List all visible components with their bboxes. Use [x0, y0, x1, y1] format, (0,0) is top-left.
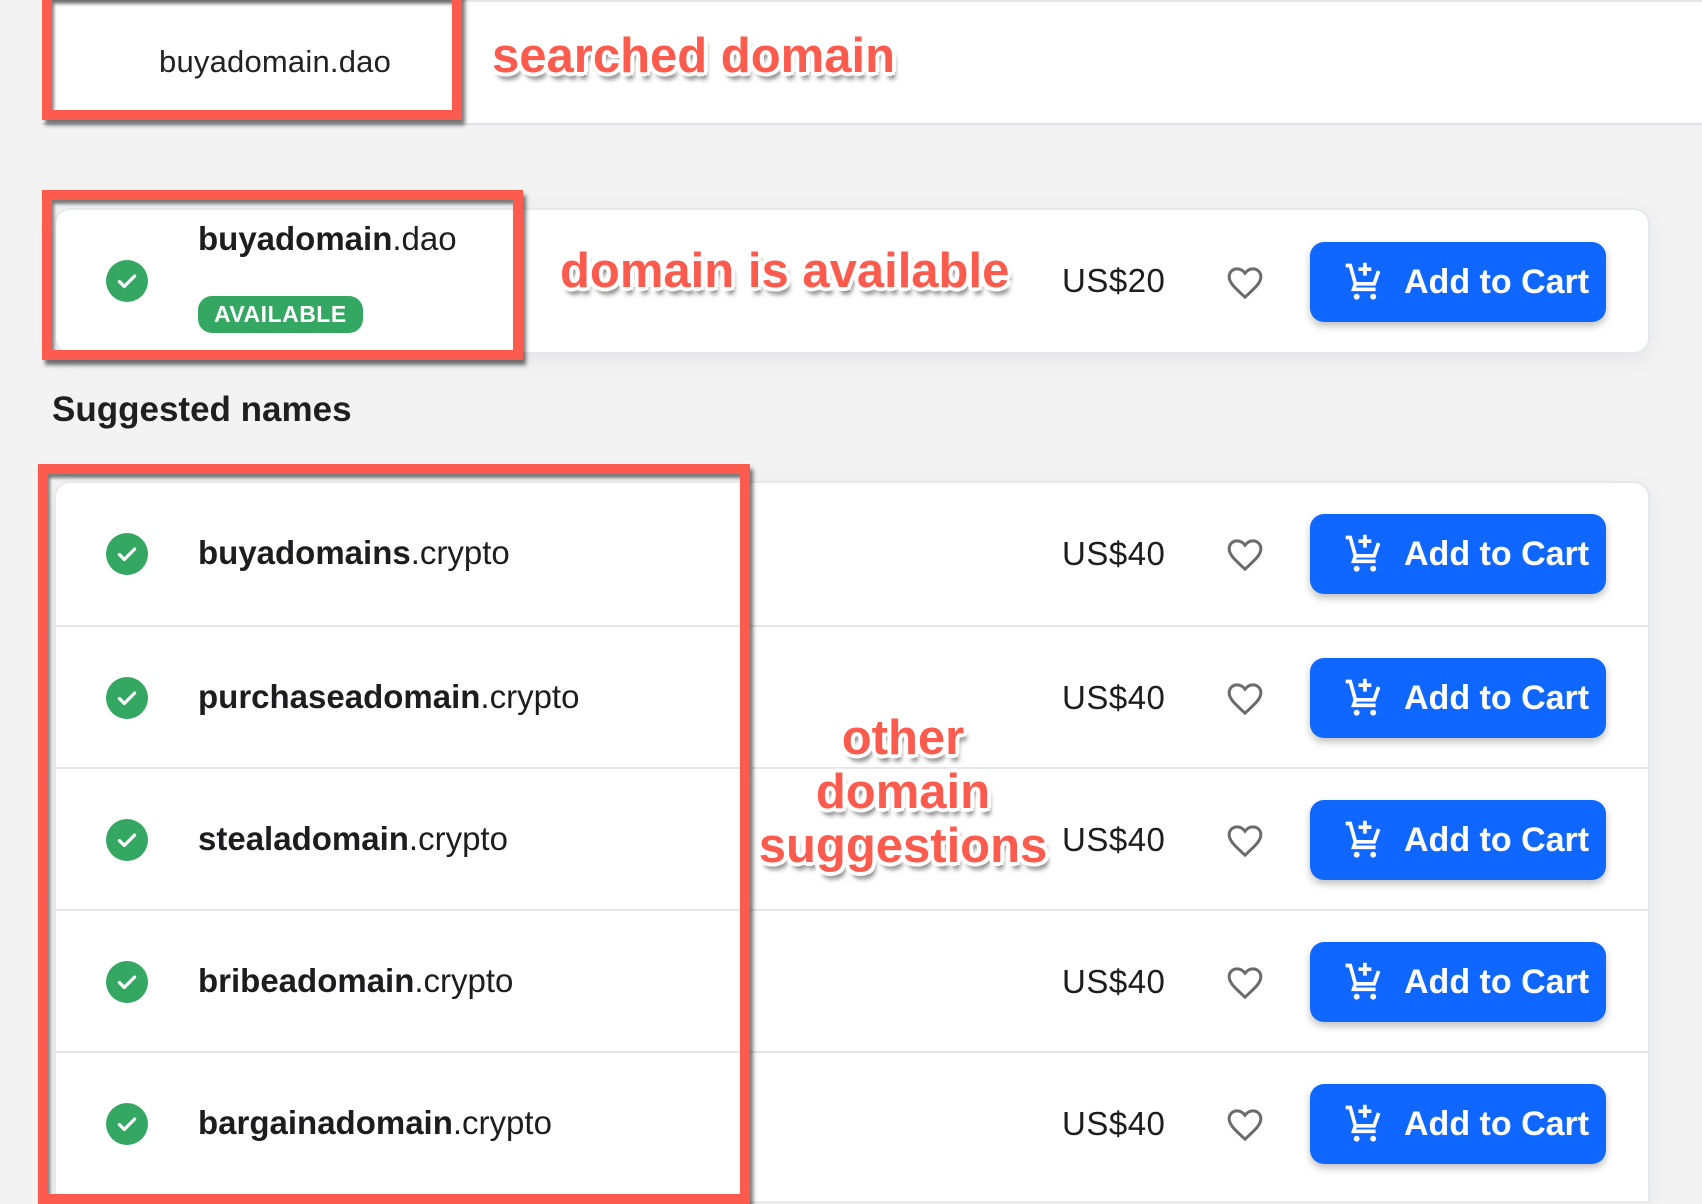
price: US$40 [1062, 679, 1166, 716]
add-to-cart-label: Add to Cart [1404, 534, 1590, 573]
heart-outline-icon[interactable] [1224, 679, 1266, 719]
add-to-cart-button[interactable]: Add to Cart [1310, 942, 1606, 1022]
annotation-box-available [42, 190, 523, 360]
add-to-cart-label: Add to Cart [1404, 820, 1590, 859]
price: US$40 [1062, 821, 1166, 858]
price: US$20 [1062, 262, 1166, 299]
cart-plus-icon [1345, 820, 1381, 858]
cart-plus-icon [1345, 962, 1381, 1000]
add-to-cart-button[interactable]: Add to Cart [1310, 800, 1606, 880]
annotation-domain-available: domain is available [560, 244, 1010, 298]
add-to-cart-label: Add to Cart [1404, 1104, 1590, 1143]
heart-outline-icon[interactable] [1224, 263, 1266, 303]
price: US$40 [1062, 535, 1166, 572]
suggested-names-heading: Suggested names [52, 390, 352, 429]
add-to-cart-button[interactable]: Add to Cart [1310, 1084, 1606, 1164]
cart-plus-icon [1345, 262, 1381, 300]
cart-plus-icon [1345, 678, 1381, 716]
annotation-box-searched [42, 0, 462, 120]
price: US$40 [1062, 963, 1166, 1000]
heart-outline-icon[interactable] [1224, 1105, 1266, 1145]
add-to-cart-button[interactable]: Add to Cart [1310, 514, 1606, 594]
add-to-cart-button[interactable]: Add to Cart [1310, 658, 1606, 738]
heart-outline-icon[interactable] [1224, 535, 1266, 575]
annotation-other-suggestions: other domain suggestions [755, 711, 1051, 874]
annotation-line: suggestions [758, 818, 1048, 873]
annotation-line: domain [815, 764, 991, 819]
annotation-line: other [841, 711, 965, 765]
annotation-searched-domain: searched domain [492, 29, 896, 83]
add-to-cart-label: Add to Cart [1404, 262, 1590, 301]
heart-outline-icon[interactable] [1224, 821, 1266, 861]
heart-outline-icon[interactable] [1224, 963, 1266, 1003]
annotation-box-suggestions [38, 464, 750, 1204]
price: US$40 [1062, 1105, 1166, 1142]
add-to-cart-label: Add to Cart [1404, 678, 1590, 717]
add-to-cart-button[interactable]: Add to Cart [1310, 242, 1606, 322]
add-to-cart-label: Add to Cart [1404, 962, 1590, 1001]
cart-plus-icon [1345, 1104, 1381, 1142]
cart-plus-icon [1345, 534, 1381, 572]
